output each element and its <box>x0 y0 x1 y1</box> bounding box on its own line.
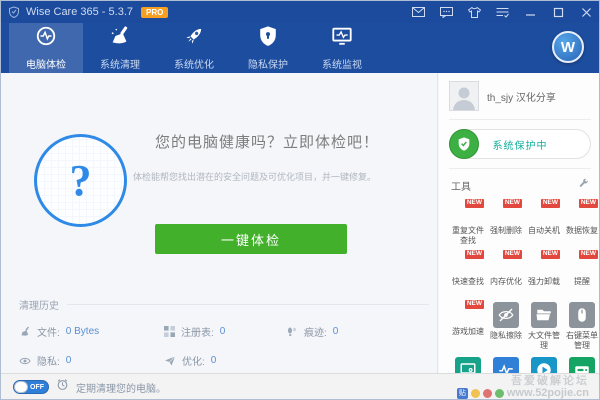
health-status-circle: ? <box>34 134 127 227</box>
stat-registry: 注册表: 0 <box>164 324 286 339</box>
system-protection-button[interactable]: 系统保护中 <box>449 129 591 159</box>
skin-theme-icon[interactable] <box>467 5 481 19</box>
tool-program-uninstaller[interactable]: NEW 强力卸载 <box>525 249 563 296</box>
tool-privacy-eraser[interactable]: 隐私擦除 <box>487 299 525 351</box>
tab-label: 隐私保护 <box>248 56 288 71</box>
eye-icon <box>19 355 31 367</box>
tool-reminder[interactable]: NEW 提醒 <box>563 249 600 296</box>
menu-icon[interactable] <box>495 5 509 19</box>
titlebar: Wise Care 365 - 5.3.7 PRO <box>1 1 599 23</box>
close-button[interactable] <box>579 5 593 19</box>
tools-grid: NEW 重复文件查找 NEW 强制删除 NEW 自动关机 NEW 数据恢复 NE… <box>449 198 591 400</box>
tab-pc-checkup[interactable]: 电脑体检 <box>9 23 83 73</box>
stat-privacy: 隐私: 0 <box>19 353 164 368</box>
question-mark: ? <box>70 155 92 206</box>
broom-icon <box>109 25 131 52</box>
stat-files: 文件: 0 Bytes <box>19 324 164 339</box>
rocket-icon <box>183 25 205 52</box>
tools-title: 工具 <box>451 178 471 193</box>
statusbar: OFF 定期清理您的电脑。 <box>1 373 599 400</box>
tool-force-deleter[interactable]: NEW 强制删除 <box>487 198 525 246</box>
main-nav: 电脑体检 系统清理 系统优化 隐私保护 系统监视 W <box>1 23 599 73</box>
cleanup-history: 清理历史 文件: 0 Bytes 注册表: 0 痕迹: 0 <box>19 297 429 368</box>
tab-label: 系统优化 <box>174 56 214 71</box>
wise-logo[interactable]: W <box>552 31 584 63</box>
wrench-icon[interactable] <box>578 176 589 194</box>
tool-game-booster[interactable]: NEW 游戏加速 <box>449 299 487 351</box>
stat-tuneup: 优化: 0 <box>164 353 286 368</box>
tool-memory-optimizer[interactable]: NEW 内存优化 <box>487 249 525 296</box>
pro-badge: PRO <box>141 7 168 18</box>
alarm-clock-icon <box>56 378 69 396</box>
footprint-icon <box>286 326 298 338</box>
paper-plane-icon <box>164 355 176 367</box>
mouse-icon <box>569 302 595 328</box>
window-title: Wise Care 365 - 5.3.7 <box>26 6 133 18</box>
toggle-knob <box>14 381 28 393</box>
monitor-pulse-icon <box>331 25 353 52</box>
registry-icon <box>164 326 175 337</box>
tool-auto-shutdown[interactable]: NEW 自动关机 <box>525 198 563 246</box>
user-account[interactable]: th_sjy 汉化分享 <box>449 81 591 120</box>
user-name: th_sjy 汉化分享 <box>487 89 556 104</box>
status-text: 定期清理您的电脑。 <box>76 380 166 395</box>
feedback-icon[interactable] <box>439 5 453 19</box>
shield-lock-icon <box>257 25 279 52</box>
broom-icon <box>19 326 31 338</box>
one-click-checkup-button[interactable]: 一键体检 <box>155 224 347 254</box>
protection-row: 系统保护中 <box>449 120 591 169</box>
sidebar: th_sjy 汉化分享 系统保护中 工具 NEW 重复文件查找 N <box>439 73 600 373</box>
avatar <box>449 81 479 111</box>
tab-label: 电脑体检 <box>26 56 66 71</box>
shield-check-icon <box>449 129 479 159</box>
checkup-subtext: 体检能帮您找出潜在的安全问题及可优化项目，并一键修复。 <box>133 170 376 183</box>
app-logo-icon <box>7 5 21 19</box>
history-title: 清理历史 <box>19 297 59 312</box>
protection-status: 系统保护中 <box>493 137 548 152</box>
scheduled-clean-toggle[interactable]: OFF <box>13 380 49 394</box>
tool-jet-search[interactable]: NEW 快速查找 <box>449 249 487 296</box>
eye-slash-icon <box>493 302 519 328</box>
tool-context-menu-manager[interactable]: 右键菜单管理 <box>563 299 600 351</box>
toggle-state: OFF <box>30 384 44 391</box>
wise-care-window: Wise Care 365 - 5.3.7 PRO <box>0 0 600 400</box>
minimize-button[interactable] <box>523 5 537 19</box>
folder-icon <box>531 302 557 328</box>
checkup-icon <box>35 25 57 52</box>
tab-system-cleaner[interactable]: 系统清理 <box>83 23 157 73</box>
tab-system-monitor[interactable]: 系统监视 <box>305 23 379 73</box>
tool-big-file-manager[interactable]: 大文件管理 <box>525 299 563 351</box>
divider <box>67 304 429 305</box>
tool-duplicate-finder[interactable]: NEW 重复文件查找 <box>449 198 487 246</box>
mail-icon[interactable] <box>411 5 425 19</box>
checkup-heading: 您的电脑健康吗？立即体检吧！ <box>155 131 379 152</box>
tab-privacy-protector[interactable]: 隐私保护 <box>231 23 305 73</box>
stat-traces: 痕迹: 0 <box>286 324 429 339</box>
tab-label: 系统监视 <box>322 56 362 71</box>
checkup-panel: ? 您的电脑健康吗？立即体检吧！ 体检能帮您找出潜在的安全问题及可优化项目，并一… <box>1 73 438 373</box>
tool-data-recovery[interactable]: NEW 数据恢复 <box>563 198 600 246</box>
tools-header: 工具 <box>449 169 591 198</box>
tab-label: 系统清理 <box>100 56 140 71</box>
tab-system-tuneup[interactable]: 系统优化 <box>157 23 231 73</box>
maximize-button[interactable] <box>551 5 565 19</box>
